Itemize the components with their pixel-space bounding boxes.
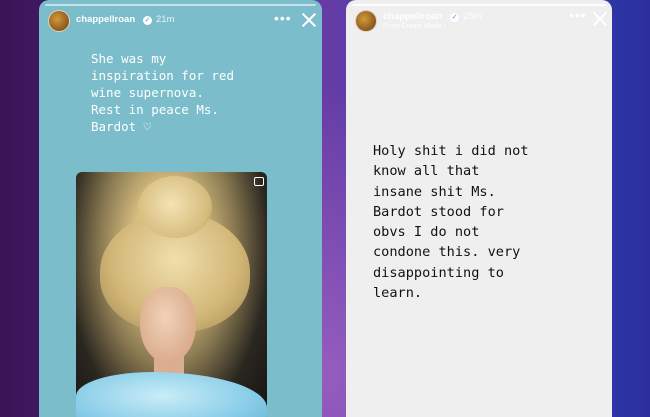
close-icon[interactable]	[301, 12, 317, 28]
story-caption: Holy shit i did not know all that insane…	[373, 143, 529, 302]
photo-hair-bun	[138, 176, 212, 238]
story-panel-left[interactable]: chappellroan ✓ 21m ••• She was my inspir…	[39, 0, 322, 417]
username[interactable]: chappellroan	[383, 11, 442, 22]
avatar[interactable]	[48, 10, 70, 32]
story-panel-right[interactable]: chappellroan ✓ 25m From Create Mode › ••…	[346, 0, 612, 417]
more-options-icon[interactable]: •••	[274, 11, 292, 25]
photo-face	[140, 287, 196, 363]
username[interactable]: chappellroan	[76, 14, 135, 25]
post-time: 21m	[156, 14, 175, 25]
verified-badge-icon: ✓	[143, 16, 152, 25]
story-caption: She was my inspiration for red wine supe…	[91, 51, 234, 134]
verified-badge-icon: ✓	[450, 13, 459, 22]
story-photo	[76, 172, 267, 417]
story-progress-bar	[352, 4, 606, 6]
create-mode-link[interactable]: From Create Mode ›	[383, 23, 446, 30]
photo-overlay-icon	[254, 177, 264, 186]
story-progress-bar	[45, 4, 316, 6]
more-options-icon[interactable]: •••	[569, 8, 587, 22]
post-time: 25m	[463, 11, 482, 22]
close-icon[interactable]	[592, 11, 608, 27]
photo-feather-boa	[76, 372, 267, 417]
avatar[interactable]	[355, 10, 377, 32]
